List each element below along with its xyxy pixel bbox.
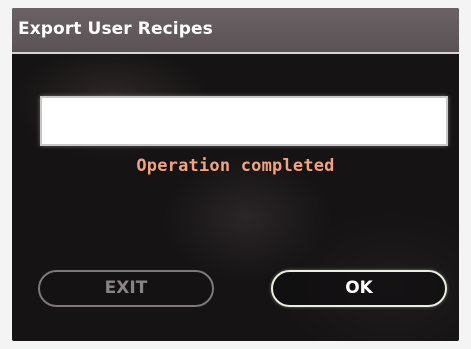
status-message: Operation completed: [136, 156, 335, 176]
ok-button[interactable]: OK: [271, 270, 447, 307]
exit-button[interactable]: EXIT: [38, 270, 214, 307]
title-divider: [12, 52, 459, 54]
device-screen: Export User Recipes Operation completed …: [12, 8, 459, 341]
dialog-title: Export User Recipes: [18, 19, 213, 39]
progress-bar: [40, 96, 448, 146]
photo-backdrop: Export User Recipes Operation completed …: [0, 0, 471, 349]
title-bar: Export User Recipes: [12, 8, 459, 52]
progress-fill: [42, 98, 446, 144]
